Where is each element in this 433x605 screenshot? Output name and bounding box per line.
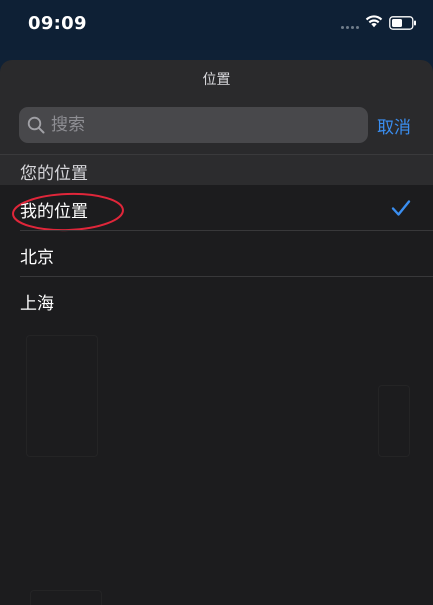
search-input[interactable] [51, 107, 351, 143]
cancel-button[interactable]: 取消 [377, 113, 411, 138]
checkmark-icon [391, 200, 411, 216]
status-bar: 09:09 [0, 0, 433, 50]
section-header-label: 您的位置 [20, 164, 88, 184]
section-header: 您的位置 [0, 155, 433, 185]
list-item-label: 我的位置 [20, 202, 88, 222]
background-shape [26, 335, 98, 457]
background-shape [378, 385, 410, 457]
location-picker-sheet: 位置 取消 您的位置 我的位置 北京 上海 [0, 60, 433, 605]
list-item-shanghai[interactable]: 上海 [0, 277, 433, 323]
search-field[interactable] [19, 107, 368, 143]
list-item-my-location[interactable]: 我的位置 [0, 185, 433, 232]
background-shape [30, 590, 102, 605]
battery-icon [389, 16, 416, 30]
wifi-icon [365, 15, 383, 28]
list-item-label: 北京 [20, 248, 54, 268]
search-icon [27, 116, 45, 134]
location-list: 我的位置 北京 上海 [0, 185, 433, 605]
list-item-label: 上海 [20, 294, 54, 314]
status-time: 09:09 [28, 13, 87, 34]
sheet-title: 位置 [202, 72, 231, 88]
list-item-beijing[interactable]: 北京 [0, 231, 433, 277]
cellular-dots-icon [341, 26, 359, 29]
